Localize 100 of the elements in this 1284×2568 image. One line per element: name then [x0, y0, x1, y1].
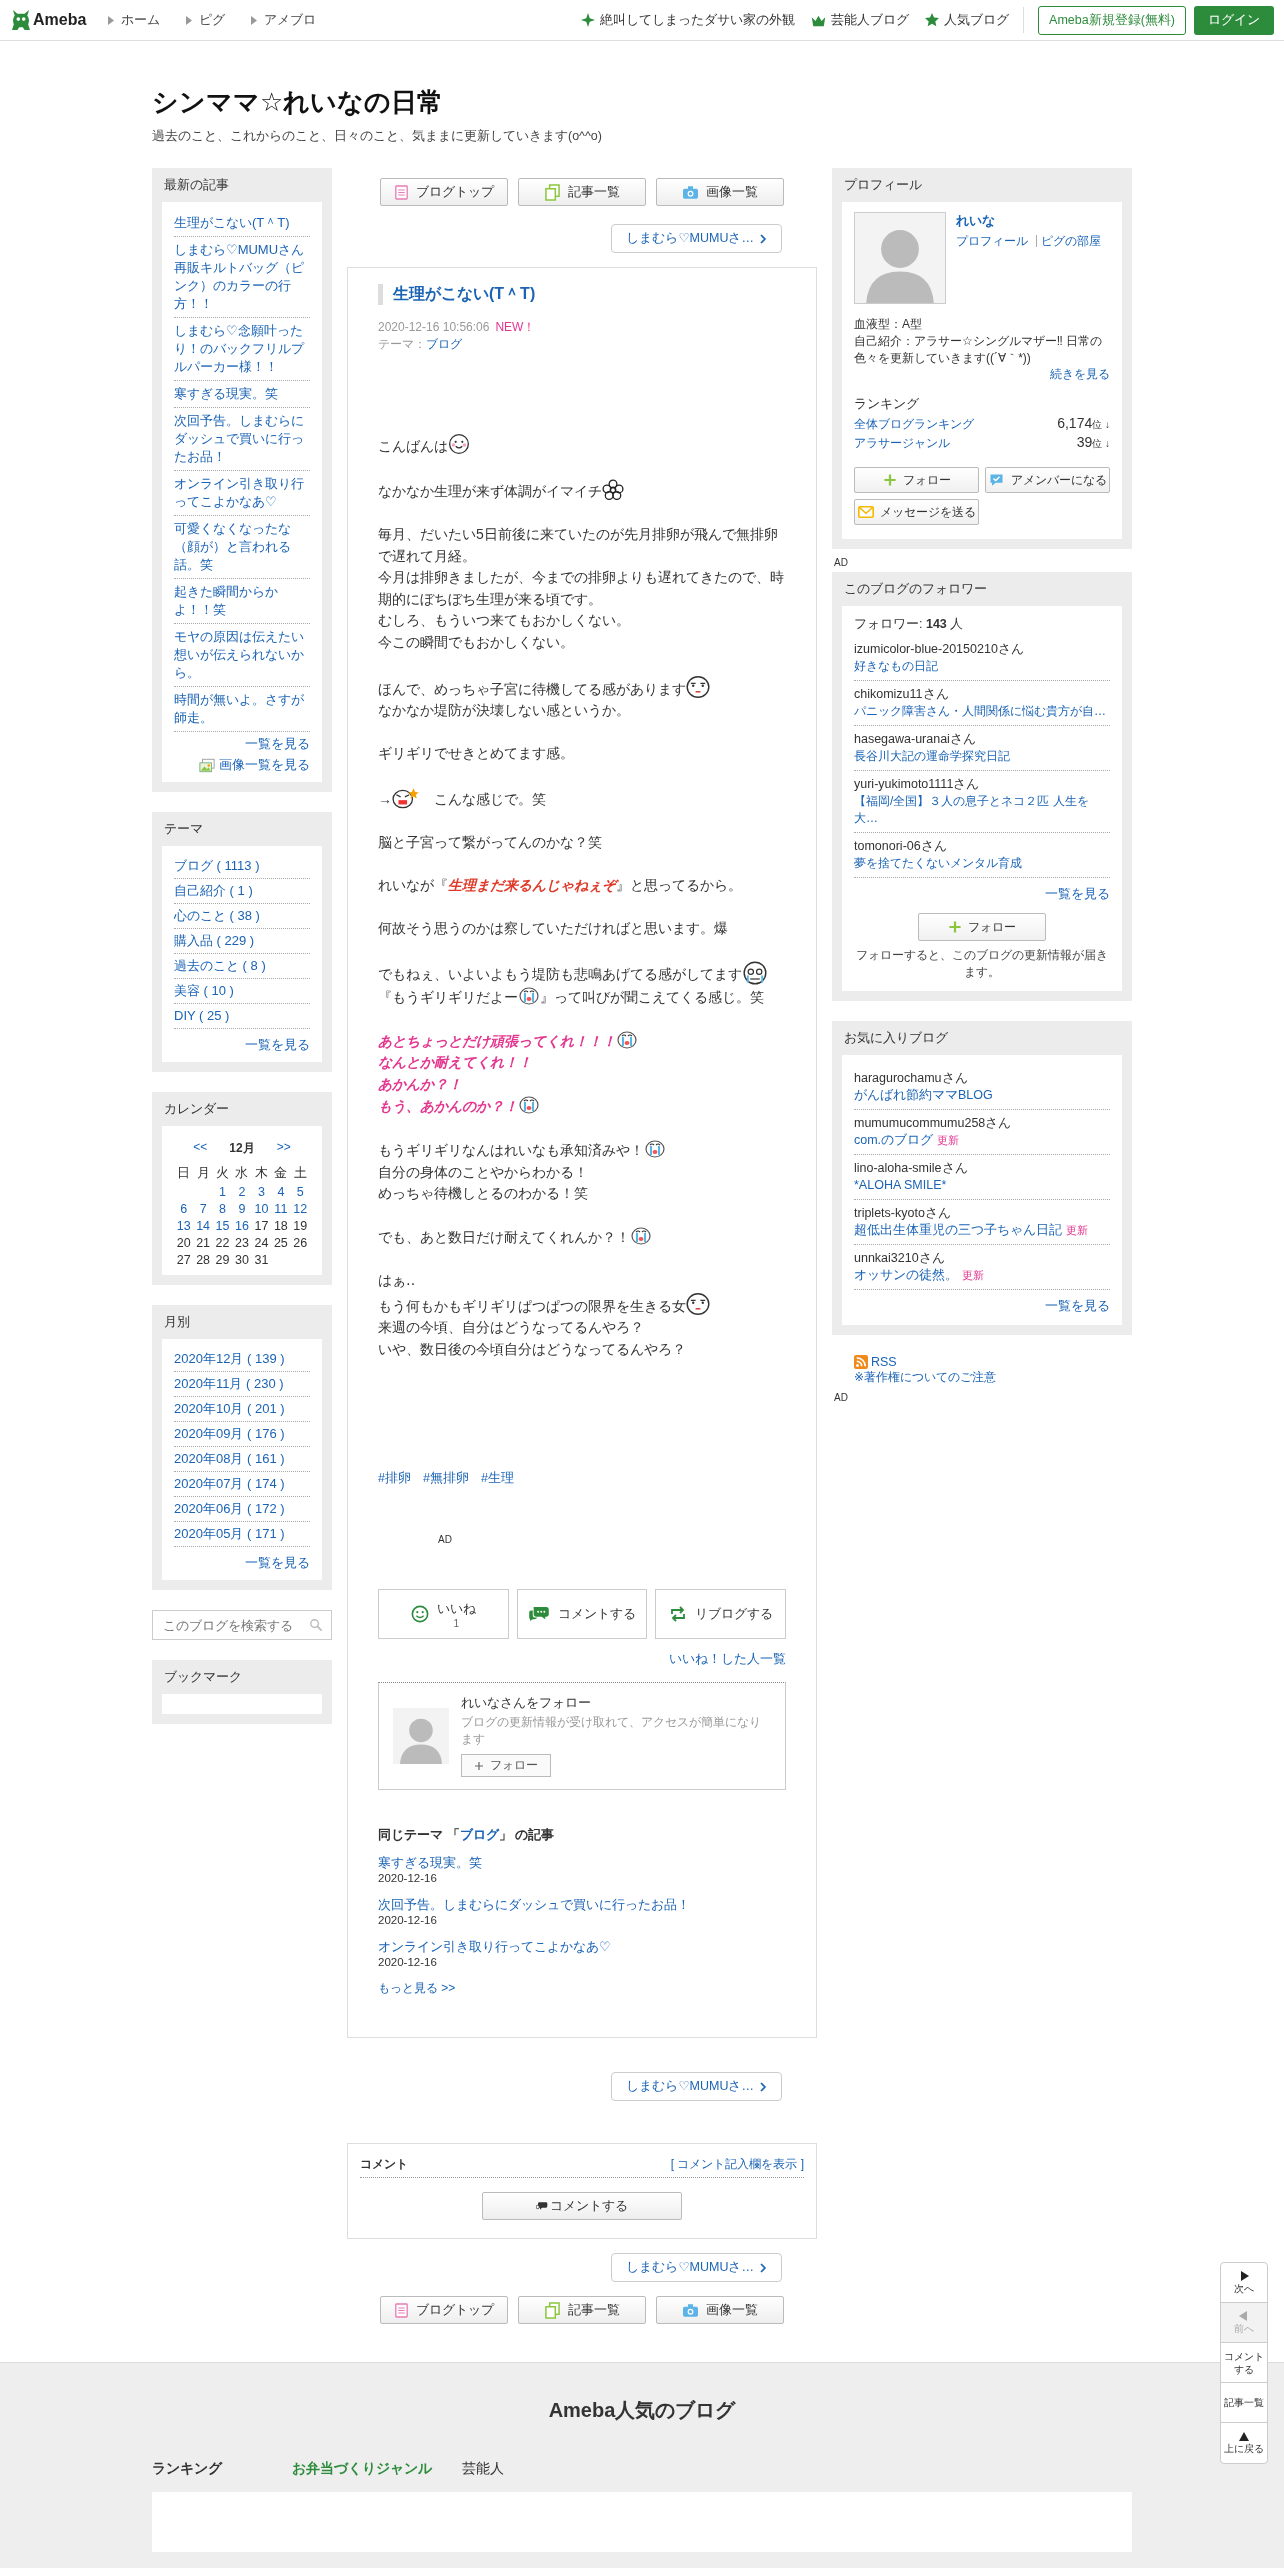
nav-button[interactable]: 画像一覧 [656, 2296, 784, 2324]
calendar-day-link[interactable]: 10 [251, 1202, 272, 1216]
rss-link[interactable]: RSS [871, 1355, 897, 1369]
follow-button[interactable]: フォロー [461, 1754, 551, 1777]
room-link[interactable]: ピグの部屋 [1036, 235, 1101, 247]
ranking-link[interactable]: 全体ブログランキング [854, 417, 974, 432]
theme-link[interactable]: ブログ ( 1113 ) [174, 854, 310, 879]
side-nav-button[interactable]: コメントする [1221, 2343, 1267, 2383]
favorite-blog-link[interactable]: 超低出生体重児の三つ子ちゃん日記 [854, 1223, 1062, 1237]
register-button[interactable]: Ameba新規登録(無料) [1038, 5, 1186, 35]
ranking-link[interactable]: アラサージャンル [854, 436, 950, 451]
nav-link[interactable]: ホーム [108, 11, 161, 29]
calendar-day-link[interactable]: 3 [251, 1185, 272, 1199]
side-nav-button[interactable]: 記事一覧 [1221, 2383, 1267, 2423]
follower-blog-link[interactable]: 長谷川大記の運命学探究日記 [854, 748, 1110, 765]
calendar-day-link[interactable]: 2 [232, 1185, 252, 1199]
next-article-link[interactable]: しまむら♡MUMUさ… [611, 2072, 782, 2101]
header-link[interactable]: 絶叫してしまったダサい家の外観 [581, 11, 796, 29]
recent-article-link[interactable]: モヤの原因は伝えたい想いが伝えられないから。 [174, 624, 310, 687]
theme-link[interactable]: 購入品 ( 229 ) [174, 929, 310, 954]
recent-article-link[interactable]: 起きた瞬間からかよ！！笑 [174, 579, 310, 624]
view-all-link[interactable]: 一覧を見る [245, 1555, 310, 1572]
month-archive-link[interactable]: 2020年06月 ( 172 ) [174, 1497, 310, 1522]
comment-button[interactable]: コメントする [482, 2192, 682, 2220]
nav-button[interactable]: 記事一覧 [518, 178, 646, 206]
comment-button[interactable]: コメントする [516, 1589, 648, 1639]
view-all-link[interactable]: 一覧を見る [245, 1037, 310, 1054]
profile-name[interactable]: れいな [956, 212, 1101, 230]
month-archive-link[interactable]: 2020年07月 ( 174 ) [174, 1472, 310, 1497]
nav-button[interactable]: 画像一覧 [656, 178, 784, 206]
next-article-link[interactable]: しまむら♡MUMUさ… [611, 224, 782, 253]
copyright-notice-link[interactable]: ※著作権についてのご注意 [854, 1369, 1132, 1386]
theme-link[interactable]: 美容 ( 10 ) [174, 979, 310, 1004]
recent-article-link[interactable]: 時間が無いよ。さすが師走。 [174, 687, 310, 732]
favorite-blog-link[interactable]: *ALOHA SMILE* [854, 1178, 947, 1192]
message-button[interactable]: メッセージを送る [854, 499, 979, 525]
login-button[interactable]: ログイン [1194, 5, 1274, 35]
nav-link[interactable]: ピグ [186, 11, 226, 29]
reblog-button[interactable]: リブログする [655, 1589, 786, 1639]
recent-article-link[interactable]: 可愛くなくなったな（顔が）と言われる話。笑 [174, 516, 310, 579]
calendar-day-link[interactable]: 15 [212, 1219, 233, 1233]
calendar-day-link[interactable]: 9 [232, 1202, 252, 1216]
recent-article-link[interactable]: オンライン引き取り行ってこよかなあ♡ [174, 471, 310, 516]
calendar-day-link[interactable]: 16 [232, 1219, 252, 1233]
favorite-blog-link[interactable]: オッサンの徒然。 [854, 1268, 958, 1282]
month-archive-link[interactable]: 2020年12月 ( 139 ) [174, 1347, 310, 1372]
month-archive-link[interactable]: 2020年10月 ( 201 ) [174, 1397, 310, 1422]
calendar-day-link[interactable]: 6 [174, 1202, 194, 1216]
show-comment-form-link[interactable]: [ コメント記入欄を表示 ] [670, 2156, 804, 2173]
calendar-day-link[interactable]: 5 [290, 1185, 310, 1199]
view-all-link[interactable]: 一覧を見る [1045, 886, 1110, 903]
month-archive-link[interactable]: 2020年08月 ( 161 ) [174, 1447, 310, 1472]
calendar-day-link[interactable]: 11 [271, 1202, 291, 1216]
recent-article-link[interactable]: 次回予告。しまむらにダッシュで買いに行ったお品！ [174, 408, 310, 471]
recent-article-link[interactable]: 生理がこない(T＾T) [174, 210, 310, 237]
follow-button[interactable]: フォロー [854, 467, 979, 493]
favorite-blog-link[interactable]: がんばれ節約ママBLOG [854, 1088, 993, 1102]
theme-link[interactable]: 過去のこと ( 8 ) [174, 954, 310, 979]
follower-blog-link[interactable]: 【福岡/全国】３人の息子とネコ２匹 人生を大… [854, 793, 1110, 827]
next-article-link[interactable]: しまむら♡MUMUさ… [611, 2253, 782, 2282]
theme-link[interactable]: ブログ [459, 1827, 499, 1842]
header-link[interactable]: 芸能人ブログ [811, 11, 910, 29]
search-field[interactable]: このブログを検索する [152, 1610, 332, 1640]
related-article-link[interactable]: 寒すぎる現実。笑 [378, 1854, 786, 1872]
calendar-day-link[interactable]: 14 [193, 1219, 213, 1233]
related-article-link[interactable]: 次回予告。しまむらにダッシュで買いに行ったお品！ [378, 1896, 786, 1914]
profile-link[interactable]: プロフィール [956, 235, 1028, 247]
month-archive-link[interactable]: 2020年09月 ( 176 ) [174, 1422, 310, 1447]
side-nav-button[interactable]: 上に戻る [1221, 2423, 1267, 2463]
like-button[interactable]: いいね 1 [378, 1589, 509, 1639]
calendar-day-link[interactable]: 4 [271, 1185, 291, 1199]
theme-link[interactable]: 自己紹介 ( 1 ) [174, 879, 310, 904]
ameba-logo[interactable]: Ameba [12, 9, 87, 31]
theme-link[interactable]: 心のこと ( 38 ) [174, 904, 310, 929]
calendar-day-link[interactable]: 8 [212, 1202, 233, 1216]
recent-article-link[interactable]: しまむら♡MUMUさん再販キルトバッグ（ピンク）のカラーの行方！！ [174, 237, 310, 318]
ranking-tab[interactable]: 芸能人 [462, 2460, 504, 2478]
nav-button[interactable]: ブログトップ [380, 2296, 508, 2324]
calendar-day-link[interactable]: 7 [193, 1202, 213, 1216]
likers-link[interactable]: いいね！した人一覧 [669, 1651, 786, 1668]
recent-article-link[interactable]: 寒すぎる現実。笑 [174, 381, 310, 408]
follower-blog-link[interactable]: 夢を捨てたくないメンタル育成 [854, 855, 1110, 872]
view-images-link[interactable]: 画像一覧を見る [219, 757, 310, 774]
related-article-link[interactable]: オンライン引き取り行ってこよかなあ♡ [378, 1938, 786, 1956]
follow-button[interactable]: フォロー [918, 913, 1046, 941]
ranking-tab[interactable]: お弁当づくりジャンル [292, 2460, 432, 2478]
nav-link[interactable]: アメブロ [251, 11, 317, 29]
previous-month-link[interactable]: << [193, 1140, 208, 1157]
more-link[interactable]: もっと見る >> [378, 1981, 456, 1995]
next-month-link[interactable]: >> [276, 1140, 291, 1157]
amember-button[interactable]: アメンバーになる [985, 467, 1110, 493]
favorite-blog-link[interactable]: com.のブログ [854, 1133, 934, 1147]
hashtag-link[interactable]: #生理 [480, 1470, 514, 1487]
view-all-link[interactable]: 一覧を見る [1045, 1298, 1110, 1315]
nav-button[interactable]: 記事一覧 [518, 2296, 646, 2324]
header-link[interactable]: 人気ブログ [925, 11, 1010, 29]
month-archive-link[interactable]: 2020年05月 ( 171 ) [174, 1522, 310, 1547]
calendar-day-link[interactable]: 13 [174, 1219, 194, 1233]
theme-link[interactable]: DIY ( 25 ) [174, 1004, 310, 1029]
hashtag-link[interactable]: #排卵 [378, 1470, 411, 1487]
